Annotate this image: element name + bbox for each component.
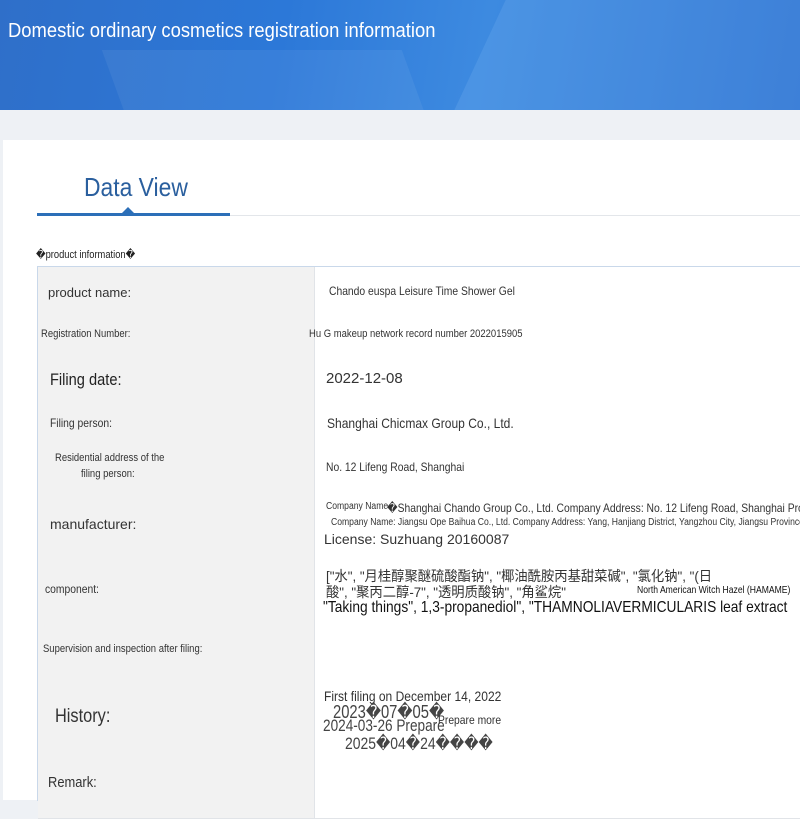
- row-value-cell: Shanghai Chicmax Group Co., Ltd.: [315, 400, 800, 444]
- row-value-cell: Chando euspa Leisure Time Shower Gel: [315, 267, 800, 312]
- row-label-cell: Filing date:: [38, 356, 315, 400]
- residential-address-value: No. 12 Lifeng Road, Shanghai: [326, 460, 465, 474]
- table-row: Registration Number: Hu G makeup network…: [38, 312, 800, 357]
- row-label-cell: component:: [38, 556, 315, 623]
- manufacturer-line1-prefix: Company Name: [326, 501, 389, 512]
- table-row: Remark:: [38, 758, 800, 819]
- table-row: manufacturer: Company Name �Shanghai Cha…: [38, 488, 800, 557]
- row-label-cell: Filing person:: [38, 400, 315, 444]
- tab-divider: [230, 215, 800, 216]
- manufacturer-line1: �Shanghai Chando Group Co., Ltd. Company…: [387, 501, 800, 515]
- row-value-cell: ["水", "月桂醇聚醚硫酸酯钠", "椰油酰胺丙基甜菜碱", "氯化钠", "…: [315, 556, 800, 623]
- row-label-cell: History:: [38, 676, 315, 758]
- filing-person-value: Shanghai Chicmax Group Co., Ltd.: [327, 415, 514, 431]
- row-label-cell: manufacturer:: [38, 488, 315, 556]
- row-value-cell: Company Name �Shanghai Chando Group Co.,…: [315, 488, 800, 556]
- residential-address-label-line2: filing person:: [81, 468, 135, 480]
- row-value-cell: First filing on December 14, 2022 2023�0…: [315, 676, 800, 758]
- table-row: Filing date: 2022-12-08: [38, 356, 800, 401]
- history-entry: 2024-03-26 Prepare: [323, 716, 445, 735]
- tab-data-view[interactable]: Data View: [84, 172, 188, 203]
- row-label-cell: Supervision and inspection after filing:: [38, 623, 315, 676]
- row-value-cell: [315, 758, 800, 818]
- history-entry: 2025�04�24����: [345, 734, 493, 753]
- row-value-cell: Hu G makeup network record number 202201…: [309, 312, 800, 356]
- remark-label: Remark:: [48, 774, 97, 791]
- table-row: Supervision and inspection after filing:: [38, 623, 800, 677]
- product-name-label: product name:: [48, 285, 132, 300]
- row-value-cell: 2022-12-08: [315, 356, 800, 400]
- manufacturer-label: manufacturer:: [50, 516, 137, 532]
- info-table: product name: Chando euspa Leisure Time …: [37, 266, 800, 819]
- history-label: History:: [55, 706, 111, 727]
- table-row: product name: Chando euspa Leisure Time …: [38, 267, 800, 313]
- row-label-cell: Residential address of the filing person…: [38, 444, 315, 488]
- filing-date-label: Filing date:: [50, 370, 122, 389]
- component-line2-english: North American Witch Hazel (HAMAME): [637, 585, 791, 596]
- section-heading: �product information�: [36, 249, 136, 261]
- component-label: component:: [45, 582, 99, 596]
- row-label-cell: Remark:: [38, 758, 315, 818]
- row-value-cell: No. 12 Lifeng Road, Shanghai: [315, 444, 800, 488]
- caret-up-icon: [121, 207, 135, 214]
- table-row: Filing person: Shanghai Chicmax Group Co…: [38, 400, 800, 445]
- component-line3: "Taking things", 1,3-propanediol", "THAM…: [323, 599, 788, 616]
- table-row: History: First filing on December 14, 20…: [38, 676, 800, 759]
- registration-number-value: Hu G makeup network record number 202201…: [309, 328, 523, 340]
- header-banner: Domestic ordinary cosmetics registration…: [0, 0, 800, 110]
- product-name-value: Chando euspa Leisure Time Shower Gel: [329, 284, 515, 298]
- row-label-cell: product name:: [38, 267, 315, 312]
- filing-date-value: 2022-12-08: [326, 370, 403, 387]
- filing-person-label: Filing person:: [50, 416, 112, 430]
- supervision-label: Supervision and inspection after filing:: [43, 643, 203, 655]
- row-value-cell: [315, 623, 800, 676]
- table-row: component: ["水", "月桂醇聚醚硫酸酯钠", "椰油酰胺丙基甜菜碱…: [38, 556, 800, 624]
- table-row: Residential address of the filing person…: [38, 444, 800, 489]
- prepare-more-link[interactable]: Prepare more: [438, 713, 501, 727]
- row-label-cell: Registration Number:: [38, 312, 315, 356]
- registration-number-label: Registration Number:: [41, 328, 131, 340]
- manufacturer-line2: Company Name: Jiangsu Ope Baihua Co., Lt…: [331, 517, 800, 528]
- page-title: Domestic ordinary cosmetics registration…: [8, 20, 436, 42]
- manufacturer-license: License: Suzhuang 20160087: [324, 531, 510, 547]
- residential-address-label-line1: Residential address of the: [55, 452, 165, 464]
